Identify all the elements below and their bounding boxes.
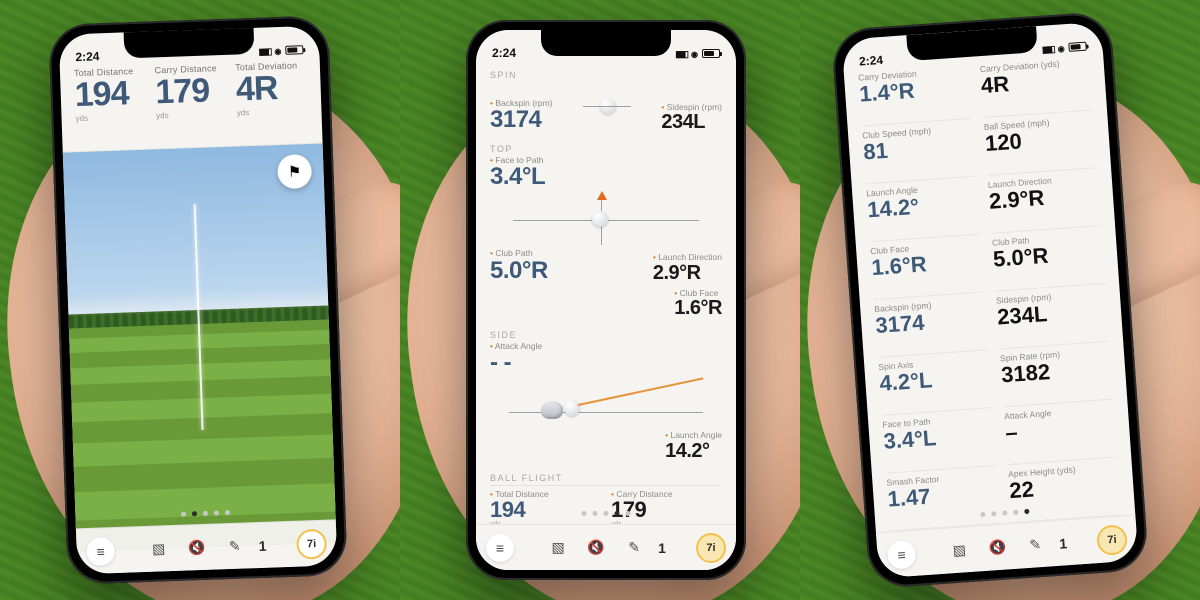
clock: 2:24 (75, 49, 100, 64)
phone-frame: 2:24 Total Distance 194 yds Carry Distan… (48, 15, 347, 584)
screen-metrics-diagrams: 2:24 SPIN Backspin (rpm) 3174 (476, 30, 736, 570)
shot-count: 1 (1059, 535, 1068, 552)
metric-cell: Carry Deviation (yds)4R (979, 52, 1093, 118)
metric-cell: Face to Path3.4°L (882, 408, 996, 474)
notch (124, 28, 255, 59)
club-select-button[interactable]: 7i (1096, 524, 1128, 556)
metric-cell: Carry Deviation1.4°R (858, 61, 972, 127)
signal-icon (675, 46, 687, 60)
metric-cell: Smash Factor1.47 (886, 466, 1000, 532)
edit-button[interactable]: ✎ (220, 532, 249, 561)
bottom-toolbar: ≡ ▧ 🔇 ✎ 1 7i (476, 524, 736, 570)
metric-total-distance: Total Distance 194 yds (490, 490, 601, 524)
flight-3d-view[interactable]: ⚑ (63, 144, 336, 529)
summary-stats: Total Distance 194 yds Carry Distance 17… (60, 56, 323, 153)
menu-icon: ≡ (496, 540, 504, 556)
metric-backspin: Backspin (rpm) 3174 (490, 99, 553, 132)
metric-cell: Club Face1.6°R (870, 235, 984, 301)
camera-icon: ▧ (152, 540, 166, 557)
camera-icon: ▧ (952, 541, 966, 559)
stat-total-deviation[interactable]: Total Deviation 4R yds (235, 60, 308, 143)
metric-cell: Spin Rate (rpm)3182 (999, 342, 1113, 408)
battery-icon (702, 49, 720, 58)
metric-cell: Ball Speed (mph)120 (983, 110, 1097, 176)
section-top: TOP (490, 144, 722, 154)
metric-launch-angle: Launch Angle 14.2° (665, 431, 722, 460)
menu-button[interactable]: ≡ (486, 534, 514, 562)
spin-diagram (567, 84, 648, 134)
flag-icon: ⚑ (288, 162, 302, 180)
metric-cell: Backspin (rpm)3174 (874, 292, 988, 358)
camera-icon: ▧ (551, 539, 564, 556)
edit-button[interactable]: ✎ (620, 534, 648, 562)
metric-attack-angle: Attack Angle - - (490, 342, 722, 375)
stat-total-distance[interactable]: Total Distance 194 yds (74, 66, 147, 149)
section-ball-flight: BALL FLIGHT (490, 473, 722, 483)
side-diagram (490, 377, 722, 427)
mute-icon: 🔇 (988, 539, 1007, 557)
metric-cell: Launch Angle14.2° (866, 177, 980, 243)
menu-button[interactable]: ≡ (86, 537, 115, 566)
bottom-toolbar: ≡ ▧ 🔇 ✎ 1 7i (76, 519, 337, 574)
metric-cell: Launch Direction2.9°R (987, 168, 1101, 234)
club-select-button[interactable]: 7i (296, 528, 327, 559)
metric-cell: Sidespin (rpm)234L (995, 284, 1109, 350)
club-select-button[interactable]: 7i (696, 533, 726, 563)
flag-button[interactable]: ⚑ (277, 154, 312, 189)
screen-metrics-list: 2:24 Carry Deviation1.4°RCarry Deviation… (841, 22, 1138, 579)
wifi-icon (691, 46, 698, 60)
camera-button[interactable]: ▧ (144, 535, 173, 564)
battery-icon (1068, 41, 1087, 51)
phone-frame: 2:24 SPIN Backspin (rpm) 3174 (466, 20, 746, 580)
clock: 2:24 (492, 46, 516, 60)
metric-sidespin: Sidespin (rpm) 234L (661, 103, 722, 132)
signal-icon (258, 43, 270, 57)
metric-cell: Club Speed (mph)81 (862, 119, 976, 185)
metric-cell: Spin Axis4.2°L (878, 350, 992, 416)
camera-button[interactable]: ▧ (945, 535, 975, 565)
mute-button[interactable]: 🔇 (582, 534, 610, 562)
wifi-icon (1057, 40, 1065, 54)
screen-flight-view: 2:24 Total Distance 194 yds Carry Distan… (59, 26, 338, 575)
metric-cell: Attack Angle– (1004, 400, 1118, 466)
metric-face-to-path: Face to Path 3.4°L (490, 156, 722, 189)
edit-icon: ✎ (628, 539, 640, 556)
metric-grid[interactable]: Carry Deviation1.4°RCarry Deviation (yds… (844, 52, 1136, 533)
mute-icon: 🔇 (188, 539, 206, 557)
edit-icon: ✎ (1029, 536, 1042, 554)
shot-count: 1 (658, 540, 666, 556)
shot-count: 1 (258, 537, 266, 553)
wifi-icon (274, 43, 281, 57)
battery-icon (285, 45, 303, 55)
camera-button[interactable]: ▧ (544, 534, 572, 562)
signal-icon (1041, 41, 1054, 56)
section-side: SIDE (490, 330, 722, 340)
top-diagram (490, 195, 722, 245)
mute-button[interactable]: 🔇 (982, 533, 1012, 563)
menu-icon: ≡ (96, 543, 105, 559)
phone-frame: 2:24 Carry Deviation1.4°RCarry Deviation… (831, 11, 1149, 589)
mute-button[interactable]: 🔇 (182, 533, 211, 562)
metric-cell: Club Path5.0°R (991, 226, 1105, 292)
menu-button[interactable]: ≡ (887, 539, 917, 569)
section-spin: SPIN (490, 70, 722, 80)
menu-icon: ≡ (897, 546, 906, 563)
edit-button[interactable]: ✎ (1020, 530, 1050, 560)
notch (541, 30, 671, 56)
mute-icon: 🔇 (587, 539, 604, 556)
metric-launch-direction: Launch Direction 2.9°R (653, 253, 722, 282)
edit-icon: ✎ (229, 538, 241, 555)
page-dots[interactable] (582, 511, 631, 516)
stat-carry-distance[interactable]: Carry Distance 179 yds (154, 63, 227, 146)
metric-carry-distance: Carry Distance 179 yds (611, 490, 722, 524)
metric-club-path: Club Path 5.0°R (490, 249, 548, 282)
metric-club-face: Club Face 1.6°R (674, 289, 722, 318)
data-sheet[interactable]: SPIN Backspin (rpm) 3174 Sidespin (rpm) … (476, 60, 736, 524)
